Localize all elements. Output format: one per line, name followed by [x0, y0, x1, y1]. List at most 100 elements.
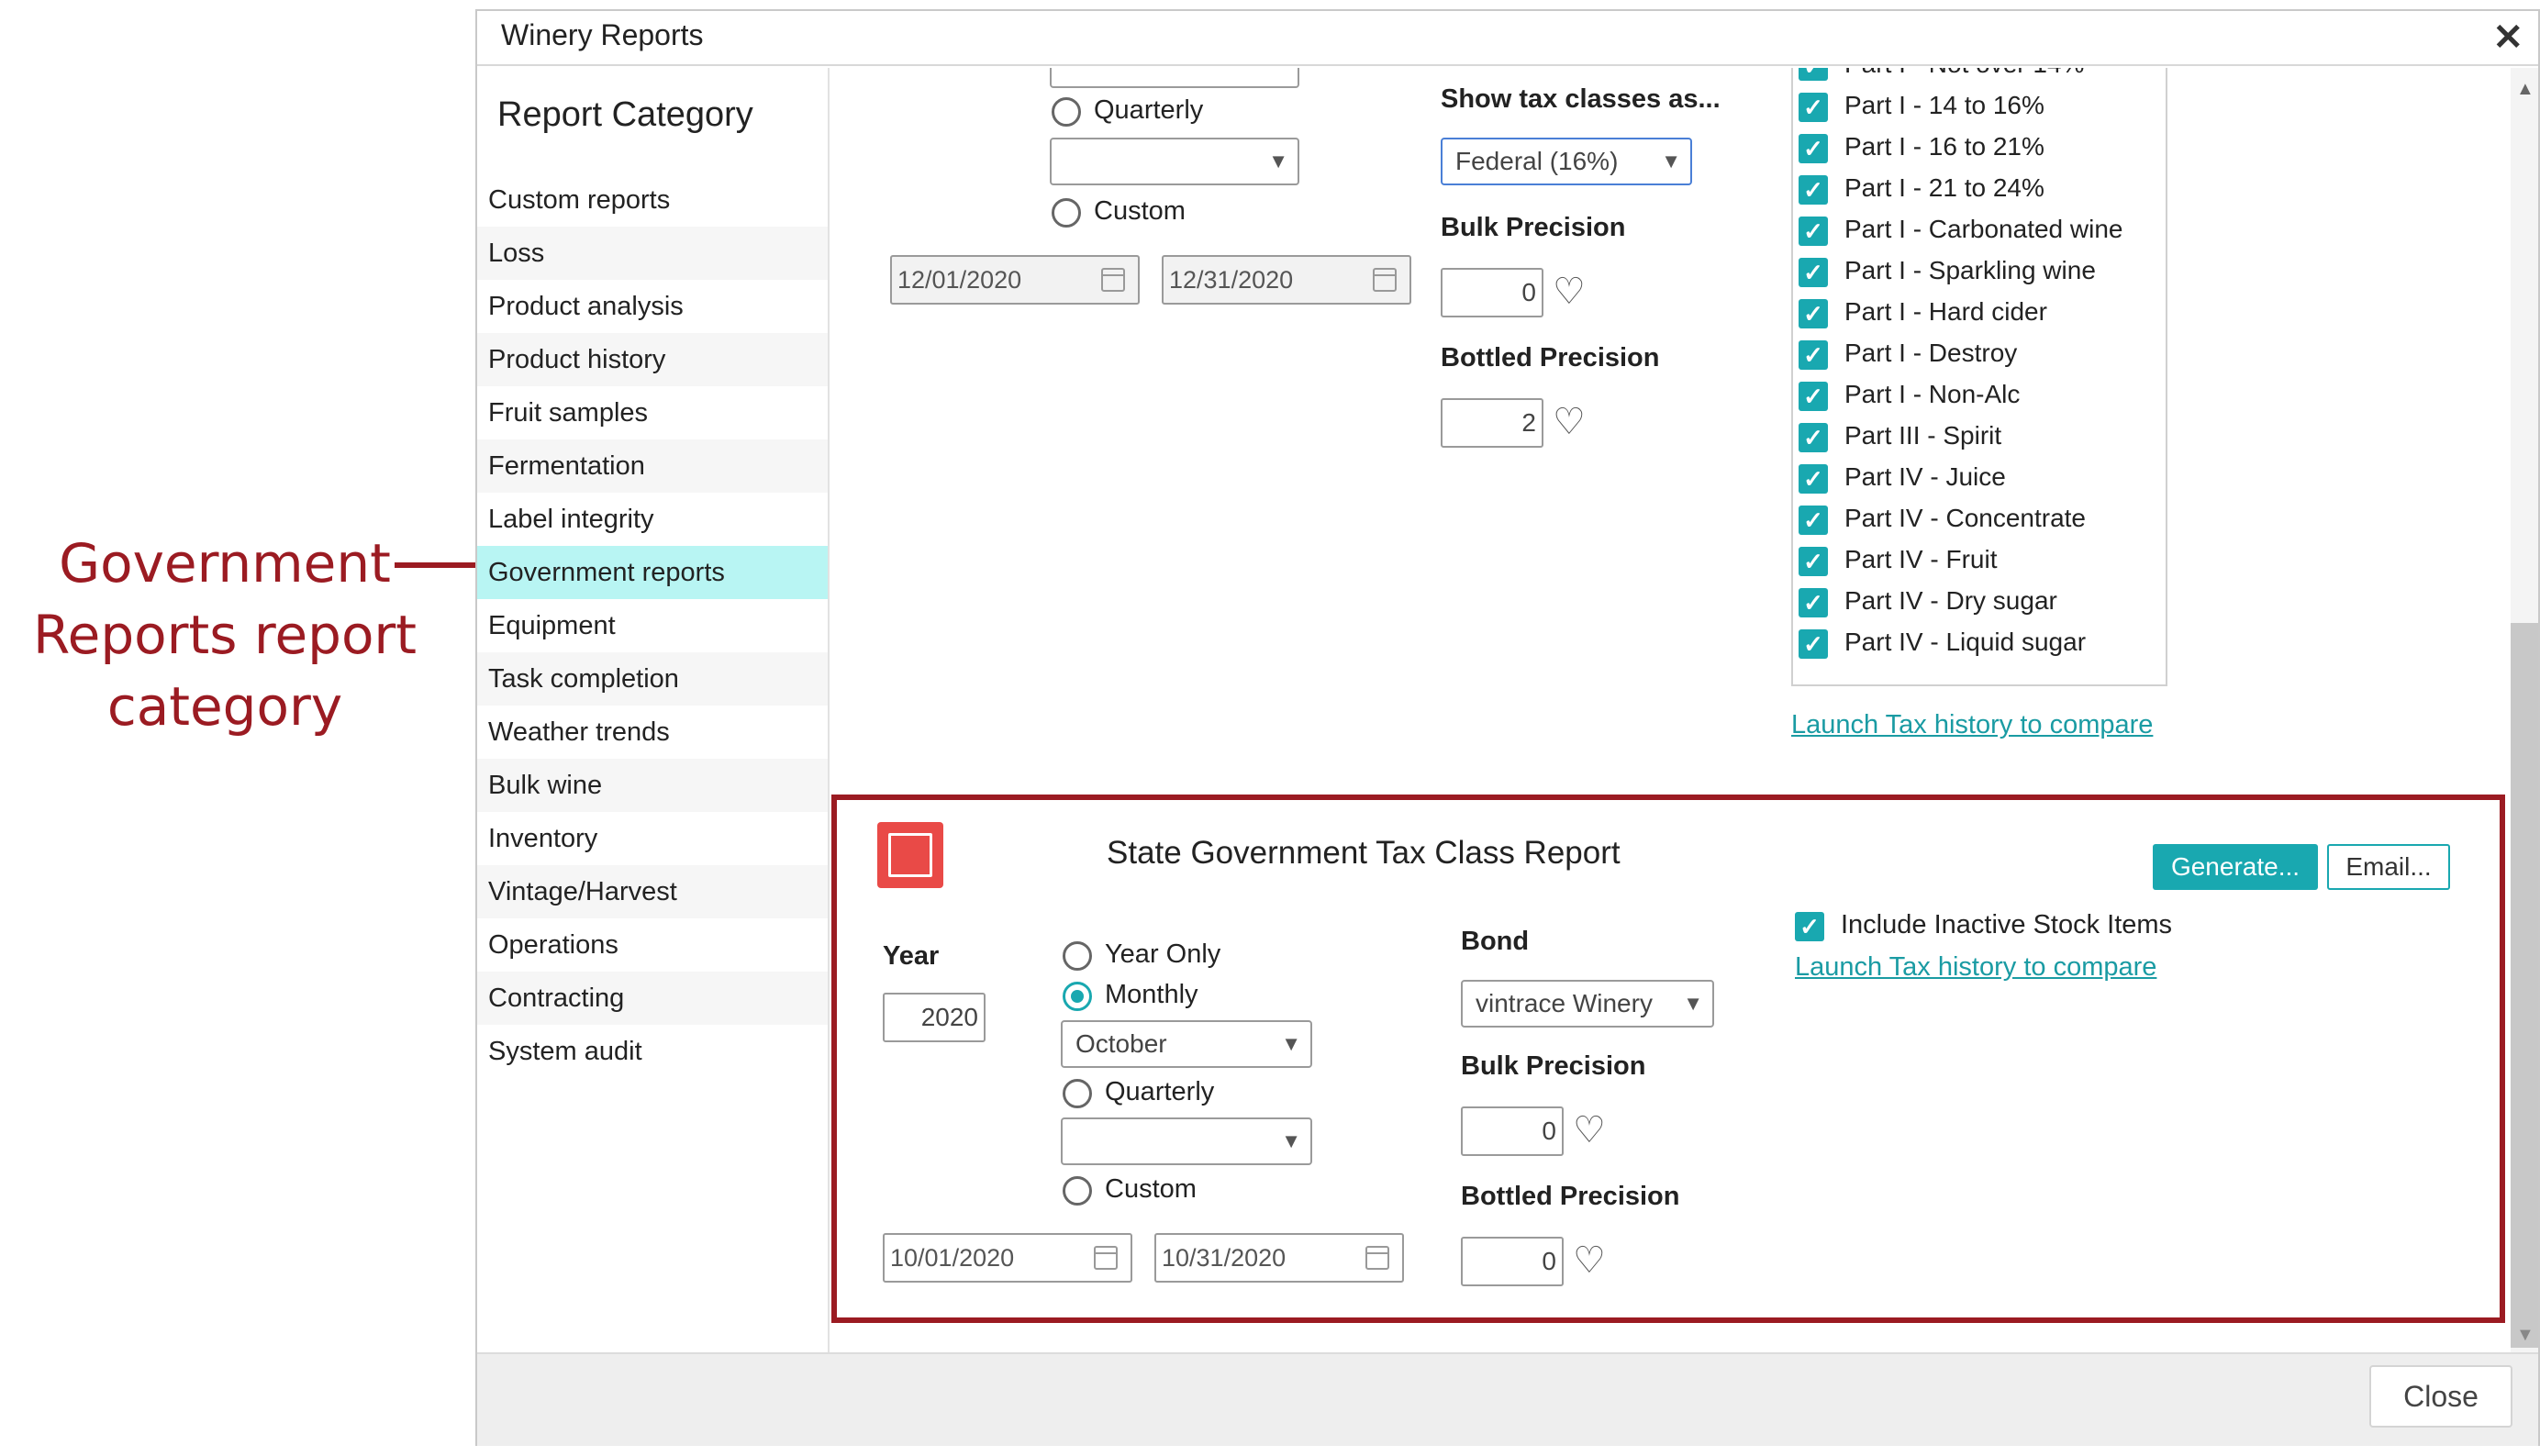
sidebar-item-label-integrity[interactable]: Label integrity: [477, 493, 828, 546]
tax-class-row[interactable]: ✓ Part IV - Dry sugar: [1793, 583, 2167, 624]
checkbox-checked-icon[interactable]: ✓: [1799, 547, 1828, 576]
checkbox-checked-icon[interactable]: ✓: [1799, 217, 1828, 246]
tax-class-row[interactable]: ✓ Part IV - Liquid sugar: [1793, 624, 2167, 665]
sidebar-item-product-analysis[interactable]: Product analysis: [477, 280, 828, 333]
upper-bottled-precision-input[interactable]: 2: [1441, 398, 1543, 448]
close-icon[interactable]: ✕: [2492, 17, 2523, 59]
checkbox-checked-icon[interactable]: ✓: [1799, 382, 1828, 411]
sidebar-item-contracting[interactable]: Contracting: [477, 972, 828, 1025]
tax-class-row[interactable]: ✓ Part I - 14 to 16%: [1793, 87, 2167, 128]
sidebar-item-government-reports[interactable]: Government reports: [477, 546, 828, 599]
tax-class-row[interactable]: ✓ Part III - Spirit: [1793, 417, 2167, 459]
checkbox-checked-icon[interactable]: ✓: [1799, 134, 1828, 163]
upper-quarterly-radio[interactable]: [1052, 97, 1081, 127]
upper-custom-radio[interactable]: [1052, 198, 1081, 228]
tax-class-row[interactable]: ✓ Part I - Not over 14%: [1793, 68, 2167, 87]
tax-class-row[interactable]: ✓ Part IV - Juice: [1793, 459, 2167, 500]
sidebar-item-vintage-harvest[interactable]: Vintage/Harvest: [477, 865, 828, 918]
scroll-down-icon[interactable]: ▼: [2516, 1325, 2534, 1346]
tax-class-select[interactable]: Federal (16%) ▼: [1441, 138, 1692, 185]
checkbox-checked-icon[interactable]: ✓: [1799, 93, 1828, 122]
tax-class-label: Part IV - Liquid sugar: [1844, 628, 2087, 656]
sidebar-item-fruit-samples[interactable]: Fruit samples: [477, 386, 828, 439]
window-title: Winery Reports: [501, 18, 704, 51]
callout-line-1: Government: [59, 532, 391, 595]
title-bar: Winery Reports ✕: [477, 11, 2538, 66]
sidebar-item-custom-reports[interactable]: Custom reports: [477, 173, 828, 227]
heart-icon[interactable]: ♡: [1553, 273, 1586, 310]
close-button[interactable]: Close: [2369, 1365, 2512, 1428]
tax-class-label: Part I - Carbonated wine: [1844, 215, 2123, 243]
winery-reports-window: Winery Reports ✕ Report Category Custom …: [475, 9, 2540, 1446]
tax-class-label: Part I - Not over 14%: [1844, 68, 2084, 79]
sidebar-item-task-completion[interactable]: Task completion: [477, 652, 828, 706]
callout-pointer-line: [395, 562, 486, 568]
tax-class-label: Part I - Hard cider: [1844, 297, 2047, 326]
tax-class-label: Part I - 16 to 21%: [1844, 132, 2044, 161]
checkbox-checked-icon[interactable]: ✓: [1799, 299, 1828, 328]
upper-bulk-precision-label: Bulk Precision: [1441, 213, 1626, 242]
checkbox-checked-icon[interactable]: ✓: [1799, 629, 1828, 659]
chevron-down-icon: ▼: [1661, 150, 1681, 172]
upper-month-select-partial[interactable]: [1050, 68, 1299, 88]
sidebar-item-weather-trends[interactable]: Weather trends: [477, 706, 828, 759]
tax-class-label: Part I - Destroy: [1844, 339, 2018, 367]
highlight-box: [831, 795, 2505, 1323]
tax-class-label: Part IV - Juice: [1844, 462, 2006, 491]
dialog-footer: Close: [477, 1352, 2538, 1446]
report-content-area: Quarterly ▼ Custom 12/01/2020 12/31/2020…: [831, 68, 2511, 1352]
tax-class-row[interactable]: ✓ Part I - Non-Alc: [1793, 376, 2167, 417]
tax-class-label: Part IV - Concentrate: [1844, 504, 2087, 532]
sidebar-heading: Report Category: [497, 95, 753, 134]
tax-class-label: Part III - Spirit: [1844, 421, 2002, 450]
calendar-icon[interactable]: [1101, 268, 1125, 292]
upper-tax-history-link[interactable]: Launch Tax history to compare: [1791, 710, 2153, 740]
sidebar-item-bulk-wine[interactable]: Bulk wine: [477, 759, 828, 812]
tax-class-row[interactable]: ✓ Part I - 21 to 24%: [1793, 170, 2167, 211]
tax-class-row[interactable]: ✓ Part I - Sparkling wine: [1793, 252, 2167, 294]
category-list: Custom reports Loss Product analysis Pro…: [477, 173, 828, 1078]
checkbox-checked-icon[interactable]: ✓: [1799, 588, 1828, 617]
heart-icon[interactable]: ♡: [1553, 404, 1586, 440]
checkbox-checked-icon[interactable]: ✓: [1799, 423, 1828, 452]
checkbox-checked-icon[interactable]: ✓: [1799, 506, 1828, 535]
upper-custom-label: Custom: [1094, 196, 1186, 226]
tax-class-checklist: ✓ Part I - Not over 14% ✓ Part I - 14 to 1…: [1791, 68, 2167, 686]
checkbox-checked-icon[interactable]: ✓: [1799, 175, 1828, 205]
upper-bulk-precision-input[interactable]: 0: [1441, 268, 1543, 317]
sidebar-item-system-audit[interactable]: System audit: [477, 1025, 828, 1078]
sidebar-item-product-history[interactable]: Product history: [477, 333, 828, 386]
tax-class-row[interactable]: ✓ Part IV - Fruit: [1793, 541, 2167, 583]
tax-class-label: Part I - Non-Alc: [1844, 380, 2021, 408]
tax-class-row[interactable]: ✓ Part I - 16 to 21%: [1793, 128, 2167, 170]
scrollbar-thumb[interactable]: [2511, 623, 2538, 1348]
sidebar-item-equipment[interactable]: Equipment: [477, 599, 828, 652]
sidebar-item-loss[interactable]: Loss: [477, 227, 828, 280]
chevron-down-icon: ▼: [1268, 150, 1288, 172]
checkbox-checked-icon[interactable]: ✓: [1799, 340, 1828, 370]
tax-class-row[interactable]: ✓ Part I - Hard cider: [1793, 294, 2167, 335]
show-tax-classes-label: Show tax classes as...: [1441, 84, 1721, 114]
upper-end-date-field[interactable]: 12/31/2020: [1162, 255, 1411, 305]
scrollbar[interactable]: ▲ ▼: [2511, 68, 2538, 1352]
tax-class-label: Part IV - Dry sugar: [1844, 586, 2057, 615]
report-category-sidebar: Report Category Custom reports Loss Prod…: [477, 68, 830, 1352]
callout-line-3: category: [106, 675, 343, 738]
upper-quarterly-label: Quarterly: [1094, 95, 1204, 125]
upper-end-date-value: 12/31/2020: [1169, 266, 1294, 294]
sidebar-item-operations[interactable]: Operations: [477, 918, 828, 972]
tax-class-row[interactable]: ✓ Part I - Destroy: [1793, 335, 2167, 376]
upper-start-date-value: 12/01/2020: [897, 266, 1022, 294]
tax-class-row[interactable]: ✓ Part IV - Concentrate: [1793, 500, 2167, 541]
upper-quarterly-select[interactable]: ▼: [1050, 138, 1299, 185]
calendar-icon[interactable]: [1373, 268, 1397, 292]
scroll-up-icon[interactable]: ▲: [2516, 79, 2534, 100]
checkbox-checked-icon[interactable]: ✓: [1799, 68, 1828, 81]
upper-start-date-field[interactable]: 12/01/2020: [890, 255, 1140, 305]
checkbox-checked-icon[interactable]: ✓: [1799, 258, 1828, 287]
checkbox-checked-icon[interactable]: ✓: [1799, 464, 1828, 494]
tax-class-row[interactable]: ✓ Part I - Carbonated wine: [1793, 211, 2167, 252]
tax-class-label: Part I - Sparkling wine: [1844, 256, 2096, 284]
sidebar-item-inventory[interactable]: Inventory: [477, 812, 828, 865]
sidebar-item-fermentation[interactable]: Fermentation: [477, 439, 828, 493]
